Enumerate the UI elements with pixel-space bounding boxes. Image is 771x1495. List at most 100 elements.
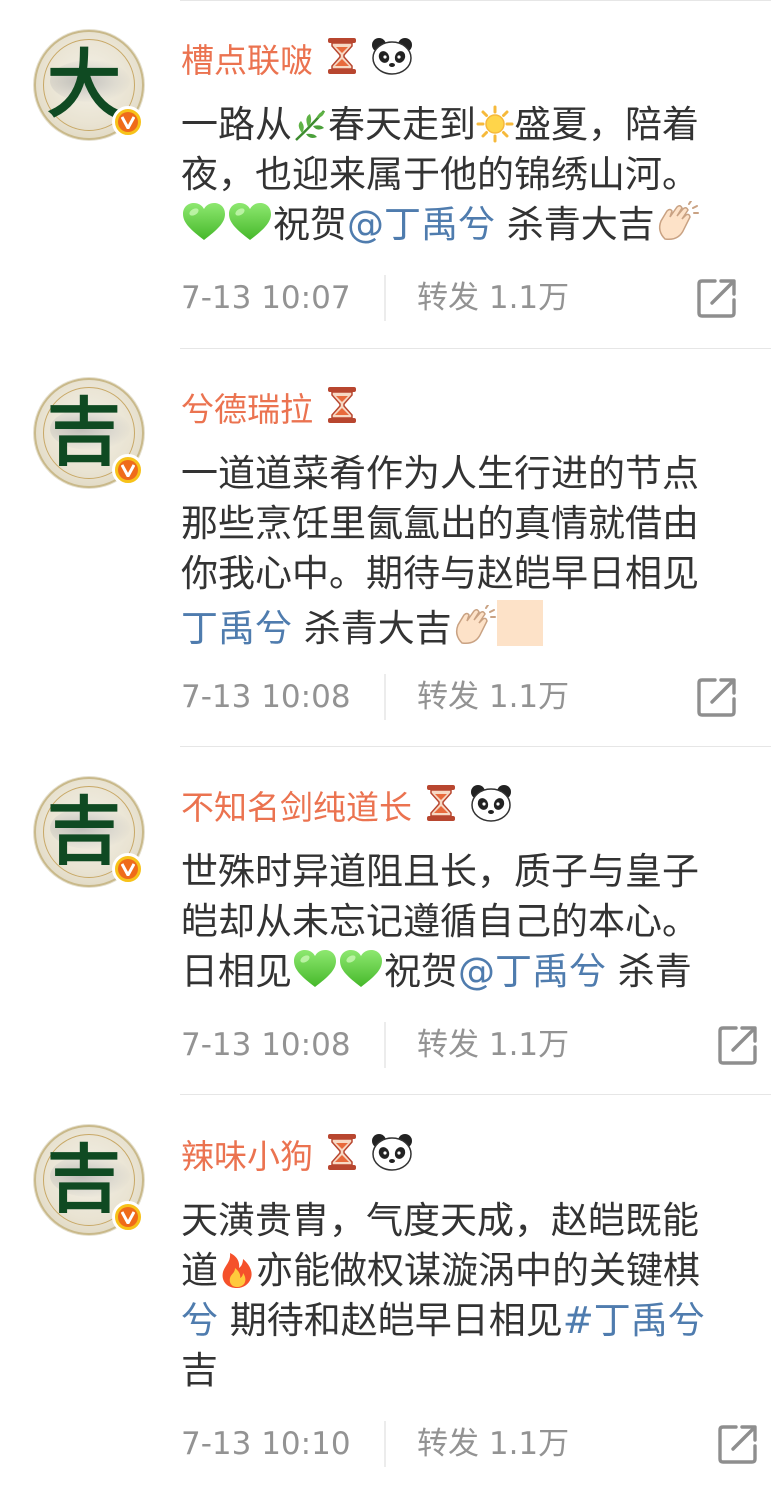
- post-text-line: 一道道菜肴作为人生行进的节点: [181, 449, 771, 499]
- meta-divider: [384, 275, 386, 321]
- username[interactable]: 辣味小狗: [181, 1130, 313, 1178]
- text-segment: 杀青大吉: [495, 203, 655, 246]
- post-text: 世殊时异道阻且长，质子与皇子 皑却从未忘记遵循自己的本心。 日相见 祝贺@丁禹兮 杀青: [181, 847, 771, 997]
- post-text-line: 道亦能做权谋漩涡中的关键棋: [181, 1246, 771, 1296]
- post-text-line: 祝贺@丁禹兮 杀青大吉: [181, 200, 771, 250]
- text-segment: 吉: [181, 1349, 218, 1392]
- panda-badge-icon: [371, 37, 413, 79]
- avatar[interactable]: 吉: [34, 1125, 144, 1235]
- text-segment: 道: [181, 1249, 218, 1292]
- post-timestamp: 7-13 10:07: [181, 280, 351, 316]
- post-text-line: 世殊时异道阻且长，质子与皇子: [181, 847, 771, 897]
- verified-badge-icon: [112, 1201, 144, 1233]
- meta-divider: [384, 1421, 386, 1467]
- share-icon[interactable]: [695, 276, 739, 320]
- fire-emoji-icon: [218, 1247, 256, 1302]
- herb-emoji-icon: [292, 106, 328, 156]
- text-segment: 世殊时异道阻且长，质子与皇子: [181, 850, 699, 893]
- repost-count[interactable]: 转发 1.1万: [417, 1025, 569, 1065]
- post-meta-row: 7-13 10:08 转发 1.1万: [181, 1022, 757, 1068]
- repost-count[interactable]: 转发 1.1万: [417, 1424, 569, 1464]
- green-heart-emoji-icon: [338, 948, 384, 1003]
- username[interactable]: 不知名剑纯道长: [181, 781, 412, 829]
- post-text-line: 一路从 春天走到 盛夏，陪着: [181, 100, 771, 150]
- mention-link[interactable]: 兮: [181, 1299, 218, 1342]
- verified-badge-icon: [112, 454, 144, 486]
- text-segment: 那些烹饪里氤氲出的真情就借由: [181, 502, 699, 545]
- text-segment: 祝贺: [384, 950, 458, 993]
- text-segment: 日相见: [181, 950, 292, 993]
- username[interactable]: 槽点联啵: [181, 34, 313, 82]
- post-text-line: 你我心中。期待与赵皑早日相见: [181, 549, 771, 599]
- post-text: 天潢贵胄，气度天成，赵皑既能道亦能做权谋漩涡中的关键棋兮 期待和赵皑早日相见#丁…: [181, 1196, 771, 1396]
- clapping-hands-emoji-icon: [655, 200, 699, 256]
- username[interactable]: 兮德瑞拉: [181, 383, 313, 431]
- hourglass-badge-icon: [325, 37, 359, 79]
- skin-tone-modifier-icon: [496, 599, 544, 660]
- share-icon[interactable]: [695, 675, 739, 719]
- mention-link[interactable]: @丁禹兮: [458, 950, 606, 993]
- green-heart-emoji-icon: [292, 948, 338, 1003]
- post-text-line: 丁禹兮 杀青大吉: [181, 599, 771, 650]
- meta-divider: [384, 674, 386, 720]
- text-segment: 夜，也迎来属于他的锦绣山河。: [181, 153, 699, 196]
- repost-count[interactable]: 转发 1.1万: [417, 677, 569, 717]
- post-text-line: 夜，也迎来属于他的锦绣山河。: [181, 150, 771, 200]
- mention-link[interactable]: @丁禹兮: [347, 203, 495, 246]
- green-heart-emoji-icon: [181, 201, 227, 256]
- text-segment: 亦能做权谋漩涡中的关键棋: [256, 1249, 700, 1292]
- text-segment: 皑却从未忘记遵循自己的本心。: [181, 900, 699, 943]
- post-timestamp: 7-13 10:08: [181, 1027, 351, 1063]
- post-text-line: 天潢贵胄，气度天成，赵皑既能: [181, 1196, 771, 1246]
- post-text-line: 那些烹饪里氤氲出的真情就借由: [181, 499, 771, 549]
- post-meta-row: 7-13 10:10 转发 1.1万: [181, 1421, 757, 1467]
- mention-link[interactable]: 丁禹兮: [181, 607, 292, 650]
- text-segment: 春天走到: [328, 103, 476, 146]
- repost-count[interactable]: 转发 1.1万: [417, 278, 569, 318]
- text-segment: 你我心中。期待与赵皑早日相见: [181, 552, 699, 595]
- post-meta-row: 7-13 10:08 转发 1.1万: [181, 674, 741, 720]
- share-icon[interactable]: [716, 1422, 760, 1466]
- text-segment: 期待和赵皑早日相见: [218, 1299, 563, 1342]
- topic-link[interactable]: #丁禹兮: [563, 1299, 705, 1342]
- hourglass-badge-icon: [325, 1133, 359, 1175]
- share-icon[interactable]: [716, 1023, 760, 1067]
- verified-badge-core: [118, 460, 138, 480]
- avatar[interactable]: 吉: [34, 777, 144, 887]
- meta-divider: [384, 1022, 386, 1068]
- sun-emoji-icon: [476, 105, 514, 156]
- post-timestamp: 7-13 10:08: [181, 679, 351, 715]
- post-meta-row: 7-13 10:07 转发 1.1万: [181, 275, 741, 321]
- username-row: 槽点联啵: [181, 35, 413, 81]
- text-segment: 一路从: [181, 103, 292, 146]
- post-text-line: 吉: [181, 1346, 771, 1396]
- text-segment: 杀青大吉: [292, 607, 452, 650]
- post-text: 一路从 春天走到 盛夏，陪着 夜，也迎来属于他的锦绣山河。 祝贺@丁禹兮 杀青大吉: [181, 100, 771, 250]
- post-timestamp: 7-13 10:10: [181, 1426, 351, 1462]
- username-row: 不知名剑纯道长: [181, 782, 512, 828]
- post-text-line: 皑却从未忘记遵循自己的本心。: [181, 897, 771, 947]
- post-text-line: 日相见 祝贺@丁禹兮 杀青: [181, 947, 771, 997]
- panda-badge-icon: [470, 784, 512, 826]
- clapping-hands-emoji-icon: [452, 604, 496, 660]
- username-row: 辣味小狗: [181, 1131, 413, 1177]
- verified-badge-core: [118, 112, 138, 132]
- weibo-repost-feed: 大槽点联啵 一路从 春天走到 盛夏，陪着 夜，也迎来属于他的锦绣山河。 祝贺@丁禹兮 杀青…: [0, 0, 771, 1495]
- text-segment: 天潢贵胄，气度天成，赵皑既能: [181, 1199, 699, 1242]
- avatar[interactable]: 吉: [34, 378, 144, 488]
- avatar[interactable]: 大: [34, 30, 144, 140]
- text-segment: 一道道菜肴作为人生行进的节点: [181, 452, 699, 495]
- verified-badge-core: [118, 1207, 138, 1227]
- verified-badge-icon: [112, 106, 144, 138]
- verified-badge-icon: [112, 853, 144, 885]
- post-divider: [180, 0, 771, 1]
- green-heart-emoji-icon: [227, 201, 273, 256]
- post-text-line: 兮 期待和赵皑早日相见#丁禹兮: [181, 1296, 771, 1346]
- hourglass-badge-icon: [325, 386, 359, 428]
- username-row: 兮德瑞拉: [181, 384, 359, 430]
- text-segment: 杀青: [606, 950, 692, 993]
- post-divider: [180, 1094, 771, 1095]
- post-divider: [180, 746, 771, 747]
- post-divider: [180, 348, 771, 349]
- verified-badge-core: [118, 859, 138, 879]
